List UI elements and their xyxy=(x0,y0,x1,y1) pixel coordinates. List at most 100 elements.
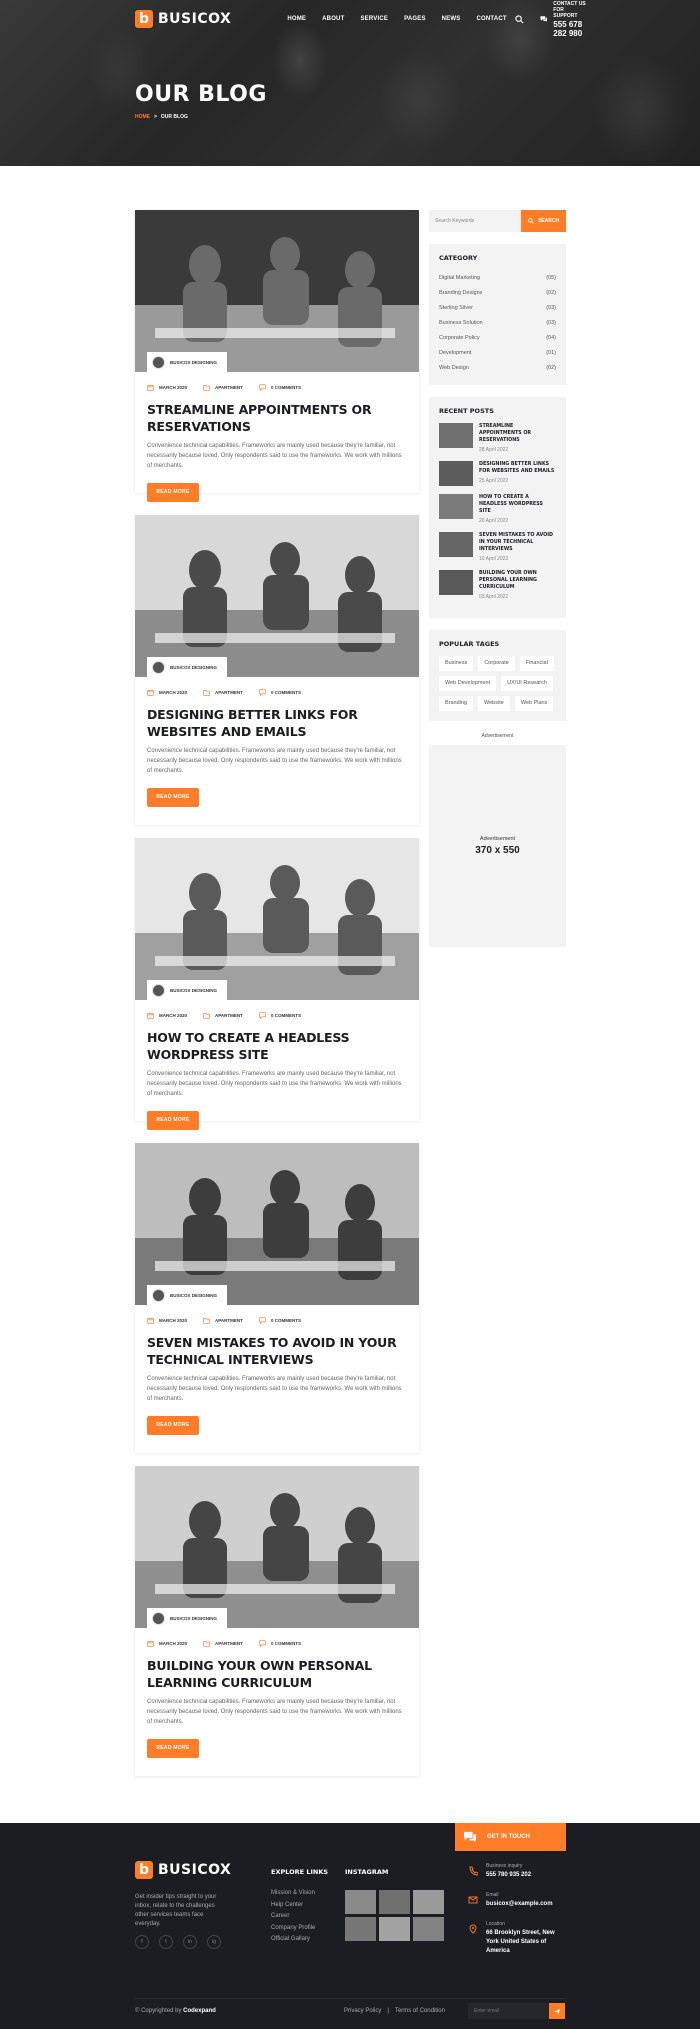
contact-value[interactable]: 555 780 935 202 xyxy=(486,1871,531,1880)
footer-link[interactable]: Company Profile xyxy=(271,1925,328,1937)
post-comments[interactable]: 0 COMMENTS xyxy=(259,384,301,391)
category-item[interactable]: Sterling Silver (03) xyxy=(439,300,556,315)
contact-value[interactable]: busicox@example.com xyxy=(486,1900,553,1909)
recent-post-title: DESIGNING BETTER LINKS FOR WEBSITES AND … xyxy=(479,462,555,474)
instagram-photo[interactable] xyxy=(345,1917,376,1941)
nav-item-service[interactable]: SERVICE xyxy=(352,16,396,22)
search-button[interactable]: SEARCH xyxy=(521,210,566,232)
facebook-icon[interactable]: f xyxy=(135,1935,149,1949)
footer-link[interactable]: Mission & Vision xyxy=(271,1890,328,1902)
post-image-wrap[interactable]: BUSICOX DESIGNING xyxy=(135,1143,419,1305)
read-more-button[interactable]: READ MORE xyxy=(147,788,199,807)
ad-banner[interactable]: Advertisement 370 x 550 xyxy=(429,745,566,947)
category-item[interactable]: Digital Marketing (05) xyxy=(439,270,556,285)
tag-item[interactable]: UX/UI Research xyxy=(501,676,553,691)
read-more-button[interactable]: READ MORE xyxy=(147,483,199,502)
instagram-photo[interactable] xyxy=(345,1890,376,1914)
read-more-button[interactable]: READ MORE xyxy=(147,1739,199,1758)
author-name: BUSICOX DESIGNING xyxy=(170,1615,218,1621)
post-category[interactable]: APARTMENT xyxy=(203,1640,243,1647)
instagram-photo[interactable] xyxy=(413,1917,444,1941)
post-image xyxy=(135,515,419,677)
post-image-wrap[interactable]: BUSICOX DESIGNING xyxy=(135,1466,419,1628)
get-in-touch-banner[interactable]: GET IN TOUCH xyxy=(455,1823,566,1851)
tag-item[interactable]: Web Development xyxy=(439,676,497,691)
linkedin-icon[interactable]: in xyxy=(183,1935,197,1949)
instagram-icon[interactable]: ig xyxy=(207,1935,221,1949)
tag-item[interactable]: Website xyxy=(478,696,510,711)
brand-logo[interactable]: b BUSICOX xyxy=(135,10,231,28)
instagram-photo[interactable] xyxy=(379,1917,410,1941)
search-input[interactable] xyxy=(429,210,521,232)
breadcrumb-home[interactable]: HOME xyxy=(135,114,150,120)
calendar-icon xyxy=(147,1318,154,1324)
post-category[interactable]: APARTMENT xyxy=(203,384,243,391)
author-avatar xyxy=(152,660,165,674)
footer-logo[interactable]: b BUSICOX xyxy=(135,1861,231,1879)
post-author[interactable]: BUSICOX DESIGNING xyxy=(147,1608,228,1628)
post-category[interactable]: APARTMENT xyxy=(203,1012,243,1019)
post-image-wrap[interactable]: BUSICOX DESIGNING xyxy=(135,515,419,677)
recent-post-item[interactable]: HOW TO CREATE A HEADLESS WORDPRESS SITE … xyxy=(439,494,556,524)
newsletter-email-input[interactable] xyxy=(468,2003,549,2019)
post-comments[interactable]: 0 COMMENTS xyxy=(259,1640,301,1647)
privacy-policy-link[interactable]: Privacy Policy xyxy=(344,2008,381,2014)
category-item[interactable]: Corporate Policy (04) xyxy=(439,330,556,345)
read-more-button[interactable]: READ MORE xyxy=(147,1111,199,1130)
post-title[interactable]: BUILDING YOUR OWN PERSONAL LEARNING CURR… xyxy=(135,1647,419,1691)
calendar-icon xyxy=(147,385,154,391)
recent-post-item[interactable]: DESIGNING BETTER LINKS FOR WEBSITES AND … xyxy=(439,461,556,486)
recent-post-item[interactable]: SEVEN MISTAKES TO AVOID IN YOUR TECHNICA… xyxy=(439,532,556,562)
post-title[interactable]: HOW TO CREATE A HEADLESS WORDPRESS SITE xyxy=(135,1019,419,1063)
folder-icon xyxy=(203,1318,210,1324)
instagram-photo[interactable] xyxy=(413,1890,444,1914)
author-avatar xyxy=(152,983,165,997)
post-author[interactable]: BUSICOX DESIGNING xyxy=(147,657,228,677)
nav-item-about[interactable]: ABOUT xyxy=(314,16,352,22)
send-button[interactable] xyxy=(549,2003,565,2019)
folder-icon xyxy=(203,385,210,391)
terms-link[interactable]: Terms of Condition xyxy=(395,2008,445,2014)
search-icon[interactable] xyxy=(515,12,524,26)
footer-link[interactable]: Career xyxy=(271,1913,328,1925)
category-item[interactable]: Web Design (02) xyxy=(439,360,556,375)
nav-item-pages[interactable]: PAGES xyxy=(396,16,434,22)
tag-item[interactable]: Web Plans xyxy=(514,696,554,711)
post-comments[interactable]: 0 COMMENTS xyxy=(259,1012,301,1019)
post-comments[interactable]: 0 COMMENTS xyxy=(259,689,301,696)
tag-item[interactable]: Financial xyxy=(519,656,554,671)
post-title[interactable]: DESIGNING BETTER LINKS FOR WEBSITES AND … xyxy=(135,696,419,740)
post-category[interactable]: APARTMENT xyxy=(203,689,243,696)
support-contact[interactable]: CONTACT US FOR SUPPORT 555 678 282 980 xyxy=(540,1,586,38)
post-comments[interactable]: 0 COMMENTS xyxy=(259,1317,301,1324)
category-item[interactable]: Business Solution (03) xyxy=(439,315,556,330)
recent-post-item[interactable]: STREAMLINE APPOINTMENTS OR RESERVATIONS … xyxy=(439,423,556,453)
read-more-button[interactable]: READ MORE xyxy=(147,1416,199,1435)
post-author[interactable]: BUSICOX DESIGNING xyxy=(147,352,228,372)
recent-post-item[interactable]: BUILDING YOUR OWN PERSONAL LEARNING CURR… xyxy=(439,570,556,600)
footer-link[interactable]: Help Center xyxy=(271,1902,328,1914)
post-category[interactable]: APARTMENT xyxy=(203,1317,243,1324)
contact-value[interactable]: 66 Brooklyn Street, New York United Stat… xyxy=(486,1929,568,1956)
tag-item[interactable]: Corporate xyxy=(478,656,515,671)
nav-item-contact[interactable]: CONTACT xyxy=(468,16,514,22)
category-item[interactable]: Development (01) xyxy=(439,345,556,360)
nav-item-news[interactable]: NEWS xyxy=(434,16,469,22)
tag-item[interactable]: Business xyxy=(439,656,474,671)
post-author[interactable]: BUSICOX DESIGNING xyxy=(147,1285,228,1305)
search-icon xyxy=(528,218,534,224)
tag-item[interactable]: Branding xyxy=(439,696,474,711)
nav-item-home[interactable]: HOME xyxy=(279,16,314,22)
footer-link[interactable]: Official Gallary xyxy=(271,1936,328,1948)
instagram-photo[interactable] xyxy=(379,1890,410,1914)
copyright-brand[interactable]: Codexpand xyxy=(183,2008,216,2014)
twitter-icon[interactable]: t xyxy=(159,1935,173,1949)
post-title[interactable]: SEVEN MISTAKES TO AVOID IN YOUR TECHNICA… xyxy=(135,1324,419,1368)
post-image-wrap[interactable]: BUSICOX DESIGNING xyxy=(135,210,419,372)
post-author[interactable]: BUSICOX DESIGNING xyxy=(147,980,228,1000)
post-comments-text: 0 COMMENTS xyxy=(270,690,301,695)
category-item[interactable]: Branding Designs (02) xyxy=(439,285,556,300)
post-excerpt: Convenience technical capabilities. Fram… xyxy=(147,1071,402,1097)
post-title[interactable]: STREAMLINE APPOINTMENTS OR RESERVATIONS xyxy=(135,391,419,435)
post-image-wrap[interactable]: BUSICOX DESIGNING xyxy=(135,838,419,1000)
